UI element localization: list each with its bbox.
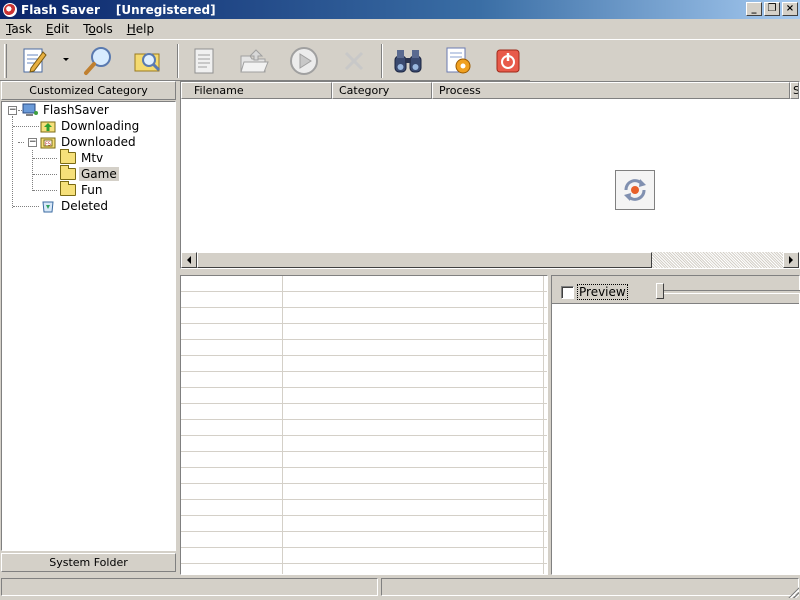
new-task-button[interactable] bbox=[16, 44, 52, 78]
tree-line bbox=[13, 126, 39, 127]
exit-button[interactable] bbox=[490, 44, 526, 78]
find-folder-icon bbox=[134, 53, 161, 72]
window-subtitle: [Unregistered] bbox=[115, 2, 216, 17]
selected-item-label: Game bbox=[79, 167, 119, 181]
menu-tools[interactable]: Tools bbox=[79, 22, 123, 36]
settings-button[interactable] bbox=[440, 44, 476, 78]
toolbar-separator bbox=[381, 44, 383, 78]
scroll-left-button[interactable] bbox=[181, 252, 197, 268]
preview-zoom-slider[interactable] bbox=[656, 283, 664, 299]
loading-spinner bbox=[615, 170, 655, 210]
folder-icon bbox=[60, 181, 76, 196]
scroll-right-button[interactable] bbox=[783, 252, 799, 268]
folder-icon bbox=[60, 165, 76, 180]
grid-column-divider bbox=[543, 276, 544, 574]
tree-line bbox=[33, 174, 57, 175]
restore-button[interactable]: ❐ bbox=[764, 2, 780, 16]
delete-button[interactable] bbox=[336, 44, 372, 78]
toolbar-empty-area bbox=[530, 40, 800, 81]
search-icon bbox=[84, 47, 111, 75]
arrow-right-icon bbox=[789, 256, 793, 264]
tree-node-game[interactable]: Game bbox=[60, 165, 119, 182]
menu-edit[interactable]: Edit bbox=[42, 22, 79, 36]
tree-line bbox=[13, 206, 39, 207]
category-tree[interactable]: − FlashSaver Downloading − FS Downloaded… bbox=[1, 101, 176, 551]
close-button[interactable]: × bbox=[782, 2, 798, 16]
minimize-button[interactable]: _ bbox=[746, 2, 762, 16]
category-panel: Customized Category − FlashSaver Downloa… bbox=[0, 81, 178, 575]
preview-toolbar: Preview bbox=[552, 276, 800, 304]
column-header-size[interactable]: S bbox=[790, 82, 799, 99]
document-icon bbox=[194, 48, 214, 74]
preview-checkbox[interactable] bbox=[561, 286, 574, 299]
folder-icon bbox=[60, 149, 76, 164]
svg-text:FS: FS bbox=[45, 142, 51, 148]
menu-bar: Task Edit Tools Help bbox=[0, 19, 800, 39]
window-title: Flash Saver bbox=[21, 2, 100, 17]
toolbar-separator bbox=[177, 44, 179, 78]
preview-pane: Preview bbox=[551, 275, 800, 575]
customized-category-header[interactable]: Customized Category bbox=[1, 81, 176, 100]
open-folder-button[interactable] bbox=[236, 44, 272, 78]
file-list[interactable]: Filename Category Process S bbox=[180, 81, 800, 269]
tree-node-fun[interactable]: Fun bbox=[60, 181, 104, 198]
search-button[interactable] bbox=[80, 44, 116, 78]
binoculars-icon bbox=[394, 50, 422, 73]
toolbar bbox=[0, 39, 800, 81]
app-logo-icon bbox=[3, 2, 17, 17]
status-bar bbox=[0, 576, 800, 600]
menu-help[interactable]: Help bbox=[123, 22, 164, 36]
collapse-flashsaver-toggle[interactable]: − bbox=[8, 106, 17, 115]
computer-icon bbox=[22, 103, 38, 116]
tree-node-mtv[interactable]: Mtv bbox=[60, 149, 105, 166]
tree-node-flashsaver[interactable]: FlashSaver bbox=[22, 102, 111, 118]
power-icon bbox=[496, 49, 520, 73]
column-header-filename[interactable]: Filename bbox=[181, 82, 332, 99]
play-button[interactable] bbox=[286, 44, 322, 78]
title-bar: Flash Saver [Unregistered] _ ❐ × bbox=[0, 0, 800, 19]
toolbar-grip[interactable] bbox=[4, 44, 7, 78]
recycle-icon bbox=[42, 201, 54, 213]
grid-column-divider bbox=[282, 276, 283, 574]
find-folder-button[interactable] bbox=[130, 44, 166, 78]
column-header-category[interactable]: Category bbox=[332, 82, 432, 99]
column-header-process[interactable]: Process bbox=[432, 82, 790, 99]
binoculars-button[interactable] bbox=[390, 44, 426, 78]
settings-icon bbox=[446, 47, 471, 74]
collapse-downloaded-toggle[interactable]: − bbox=[28, 138, 37, 147]
open-folder-icon bbox=[240, 49, 269, 73]
details-grid[interactable] bbox=[180, 275, 548, 575]
scrollbar-thumb[interactable] bbox=[197, 252, 652, 268]
tree-node-downloading[interactable]: Downloading bbox=[40, 118, 141, 134]
menu-task[interactable]: Task bbox=[2, 22, 42, 36]
new-task-dropdown-icon[interactable] bbox=[63, 58, 69, 61]
tree-line bbox=[33, 158, 57, 159]
tree-line bbox=[12, 116, 13, 208]
status-pane-right bbox=[381, 578, 799, 596]
tree-node-deleted[interactable]: Deleted bbox=[40, 198, 110, 214]
preview-label[interactable]: Preview bbox=[577, 284, 628, 300]
system-folder-button[interactable]: System Folder bbox=[1, 553, 176, 572]
downloading-folder-icon bbox=[40, 121, 56, 133]
horizontal-scrollbar[interactable] bbox=[181, 252, 799, 268]
status-pane-left bbox=[1, 578, 378, 596]
tree-node-downloaded[interactable]: FS Downloaded bbox=[40, 134, 138, 150]
resize-grip[interactable] bbox=[787, 586, 799, 598]
tree-line bbox=[32, 150, 33, 191]
preview-zoom-slider-track[interactable] bbox=[660, 290, 800, 294]
delete-icon bbox=[344, 51, 364, 71]
tree-line bbox=[18, 142, 24, 143]
document-button[interactable] bbox=[186, 44, 222, 78]
tree-line bbox=[33, 190, 57, 191]
new-task-icon bbox=[23, 48, 47, 73]
downloaded-folder-icon: FS bbox=[40, 137, 56, 149]
arrow-left-icon bbox=[187, 256, 191, 264]
play-icon bbox=[290, 47, 318, 75]
refresh-icon bbox=[624, 179, 646, 201]
